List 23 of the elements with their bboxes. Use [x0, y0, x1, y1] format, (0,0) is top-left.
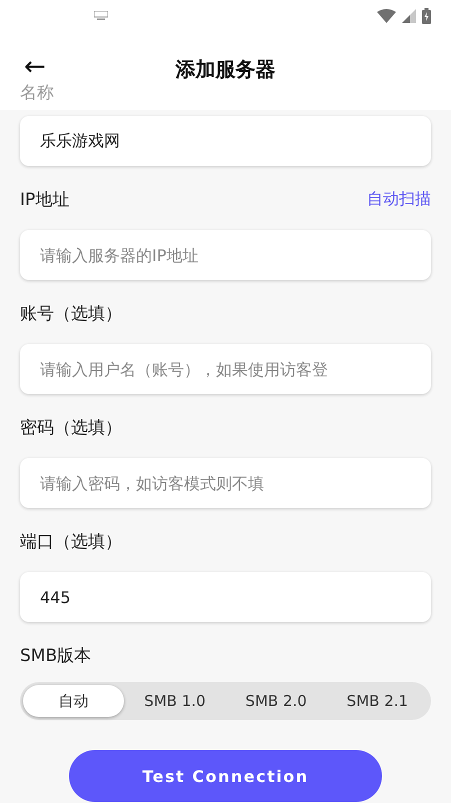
field-label: 密码（选填） [20, 416, 122, 438]
field-label: 名称 [20, 82, 54, 104]
input-field[interactable]: 请输入密码，如访客模式则不填 [20, 458, 431, 508]
keyboard-icon [94, 10, 108, 20]
input-field[interactable]: 445 [20, 572, 431, 622]
signal-icon [402, 9, 416, 23]
input-field[interactable]: 乐乐游戏网 [20, 116, 431, 166]
segment-tab[interactable]: SMB 2.0 [226, 685, 327, 717]
field-label: 账号（选填） [20, 302, 122, 324]
segment-tab[interactable]: SMB 1.0 [124, 685, 226, 717]
test-connection-button[interactable]: Test Connection [69, 750, 382, 802]
wifi-icon [377, 9, 396, 23]
segment-tab[interactable]: 自动 [23, 685, 124, 717]
segment-tab[interactable]: SMB 2.1 [326, 685, 428, 717]
back-button[interactable]: ← [24, 52, 46, 82]
field-label: SMB版本 [20, 644, 92, 666]
auto-scan-link[interactable]: 自动扫描 [367, 188, 431, 210]
page-title: 添加服务器 [176, 56, 276, 83]
input-field[interactable]: 请输入用户名（账号），如果使用访客登 [20, 344, 431, 394]
field-label: 端口（选填） [20, 530, 122, 552]
input-field[interactable]: 请输入服务器的IP地址 [20, 230, 431, 280]
battery-icon [422, 8, 431, 24]
field-label: IP地址 [20, 188, 70, 210]
